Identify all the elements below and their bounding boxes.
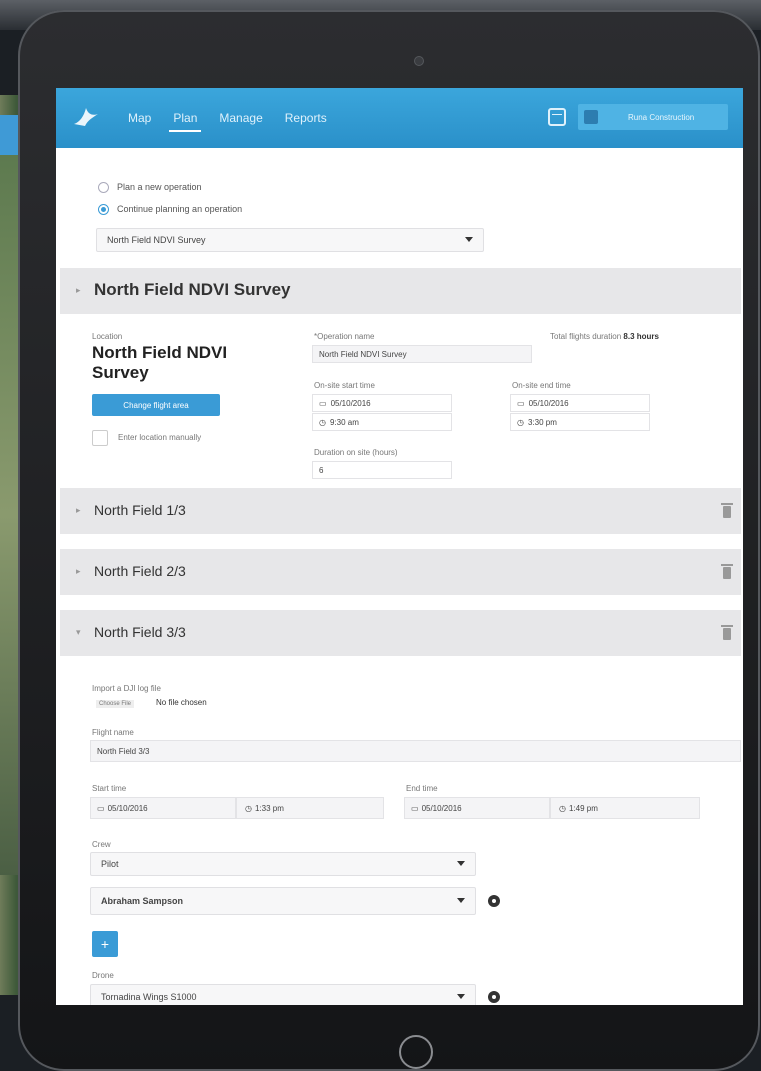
clock-icon: ◷ — [319, 417, 326, 427]
operation-select-value: North Field NDVI Survey — [107, 235, 206, 245]
drone-value: Tornadina Wings S1000 — [101, 992, 197, 1002]
operation-name-field[interactable]: North Field NDVI Survey — [312, 345, 532, 363]
clock-icon: ◷ — [517, 417, 524, 427]
bird-logo-icon[interactable] — [70, 102, 100, 132]
option-continue-row[interactable]: Continue planning an operation — [98, 198, 242, 220]
nav-reports[interactable]: Reports — [285, 88, 327, 148]
flight-start-date-field[interactable]: ▭ 05/10/2016 — [90, 797, 236, 819]
location-label: Location — [92, 332, 123, 341]
home-button[interactable] — [399, 1035, 433, 1069]
gear-icon[interactable] — [488, 895, 500, 907]
clock-icon: ◷ — [559, 803, 566, 813]
flight-end-date-value: 05/10/2016 — [421, 803, 462, 813]
chevron-icon: ▸ — [76, 505, 81, 515]
operation-name-label: *Operation name — [314, 332, 375, 341]
app-screen: Map Plan Manage Reports Runa Constructio… — [56, 88, 743, 1005]
no-file-text: No file chosen — [156, 698, 207, 707]
flight-start-time-field[interactable]: ◷ 1:33 pm — [236, 797, 384, 819]
nav-plan[interactable]: Plan — [169, 88, 202, 148]
start-time-label: On-site start time — [314, 381, 375, 390]
choose-file-button[interactable]: Choose File — [96, 700, 135, 708]
flight-end-time-value: 1:49 pm — [568, 803, 598, 813]
flight-end-date-field[interactable]: ▭ 05/10/2016 — [404, 797, 550, 819]
total-duration-value: 8.3 hours — [623, 332, 659, 341]
trash-icon[interactable] — [721, 564, 733, 579]
flight-start-time-value: 1:33 pm — [254, 803, 284, 813]
start-date-value: 05/10/2016 — [330, 398, 371, 408]
flight-end-label: End time — [406, 784, 438, 793]
trash-icon[interactable] — [721, 625, 733, 640]
trash-icon[interactable] — [721, 503, 733, 518]
crew-role-select[interactable]: Pilot — [90, 852, 476, 876]
calendar-icon: ▭ — [411, 803, 419, 813]
location-name: North Field NDVI Survey — [92, 343, 228, 382]
camera-icon — [414, 56, 424, 66]
crew-member-select[interactable]: Abraham Sampson — [90, 887, 476, 915]
flight-name-label: Flight name — [92, 728, 134, 737]
flight-panel-3[interactable]: ▾ North Field 3/3 — [60, 610, 741, 656]
manual-location-label: Enter location manually — [118, 433, 202, 442]
chevron-down-icon: ▾ — [76, 627, 81, 637]
nav-map[interactable]: Map — [128, 88, 151, 148]
option-new-label: Plan a new operation — [117, 182, 202, 192]
operation-title: North Field NDVI Survey — [94, 280, 291, 299]
operation-header[interactable]: ▸ North Field NDVI Survey — [60, 268, 741, 314]
clock-icon: ◷ — [245, 803, 252, 813]
drone-label: Drone — [92, 971, 114, 980]
flight-name-field[interactable]: North Field 3/3 — [90, 740, 741, 762]
calendar-icon[interactable] — [548, 108, 566, 126]
flight-start-label: Start time — [92, 784, 127, 793]
total-duration-label: Total flights duration 8.3 hours — [550, 332, 659, 341]
end-time-label: On-site end time — [512, 381, 571, 390]
manual-location-checkbox[interactable] — [92, 430, 108, 446]
nav-manage[interactable]: Manage — [219, 88, 262, 148]
radio-new[interactable] — [98, 181, 109, 193]
import-log-label: Import a DJI log file — [92, 684, 161, 693]
start-time-field[interactable]: ◷ 9:30 am — [312, 413, 452, 431]
total-duration-text: Total flights duration — [550, 332, 622, 341]
gear-icon[interactable] — [488, 991, 500, 1003]
option-new-row[interactable]: Plan a new operation — [98, 176, 242, 198]
avatar — [584, 110, 598, 124]
crew-role-value: Pilot — [101, 859, 119, 869]
end-date-field[interactable]: ▭ 05/10/2016 — [510, 394, 650, 412]
add-crew-button[interactable]: + — [92, 931, 118, 957]
crew-label: Crew — [92, 840, 111, 849]
option-continue-label: Continue planning an operation — [117, 204, 243, 214]
flight-start-date-value: 05/10/2016 — [107, 803, 148, 813]
chevron-down-icon — [457, 994, 465, 999]
end-time-field[interactable]: ◷ 3:30 pm — [510, 413, 650, 431]
start-time-value: 9:30 am — [329, 417, 359, 427]
user-name: Runa Construction — [628, 112, 695, 122]
end-time-value: 3:30 pm — [527, 417, 557, 427]
flight-title: North Field 2/3 — [94, 563, 186, 579]
drone-select[interactable]: Tornadina Wings S1000 — [90, 984, 476, 1005]
flight-panel-1[interactable]: ▸ North Field 1/3 — [60, 488, 741, 534]
calendar-icon: ▭ — [517, 398, 525, 408]
flight-title: North Field 1/3 — [94, 502, 186, 518]
top-navigation: Map Plan Manage Reports Runa Constructio… — [56, 88, 743, 148]
end-date-value: 05/10/2016 — [528, 398, 569, 408]
duration-label: Duration on site (hours) — [314, 448, 398, 457]
chevron-icon: ▸ — [76, 566, 81, 576]
operation-select[interactable]: North Field NDVI Survey — [96, 228, 484, 252]
flight-end-time-field[interactable]: ◷ 1:49 pm — [550, 797, 700, 819]
main-nav: Map Plan Manage Reports — [128, 88, 327, 148]
radio-continue[interactable] — [98, 203, 109, 215]
chevron-down-icon — [457, 898, 465, 903]
plan-options: Plan a new operation Continue planning a… — [98, 176, 242, 220]
calendar-icon: ▭ — [319, 398, 327, 408]
chevron-down-icon — [457, 861, 465, 866]
chevron-icon: ▸ — [76, 285, 81, 295]
chevron-down-icon — [465, 237, 473, 242]
duration-field[interactable]: 6 — [312, 461, 452, 479]
user-menu-button[interactable]: Runa Construction — [578, 104, 728, 130]
change-flight-area-button[interactable]: Change flight area — [92, 394, 220, 416]
start-date-field[interactable]: ▭ 05/10/2016 — [312, 394, 452, 412]
flight-panel-2[interactable]: ▸ North Field 2/3 — [60, 549, 741, 595]
flight-title: North Field 3/3 — [94, 624, 186, 640]
crew-member-value: Abraham Sampson — [101, 896, 184, 906]
calendar-icon: ▭ — [97, 803, 105, 813]
